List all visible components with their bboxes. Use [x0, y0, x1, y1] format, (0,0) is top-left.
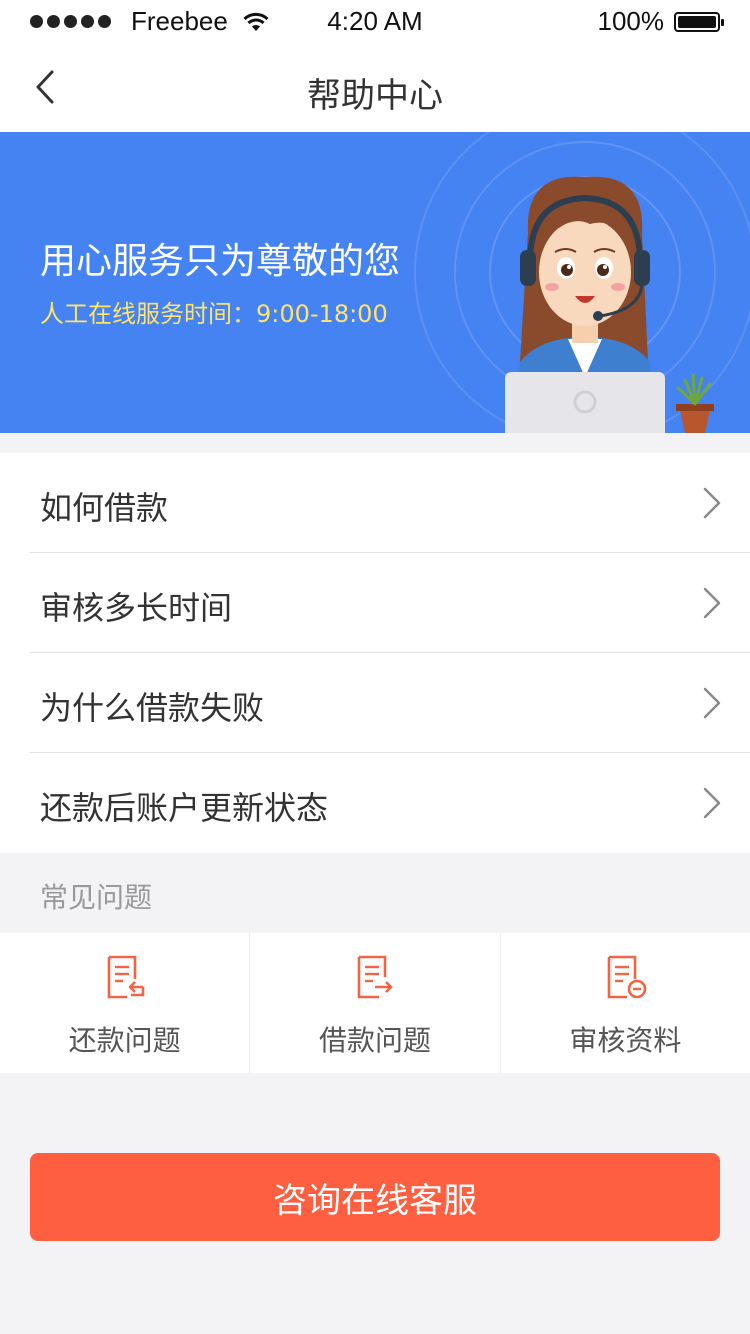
battery-percent: 100% — [597, 6, 665, 36]
category-label: 审核资料 — [569, 1024, 682, 1057]
page-title: 帮助中心 — [307, 76, 443, 116]
status-bar: Freebee 4:20 AM 100% — [0, 0, 750, 44]
banner-title: 用心服务只为尊敬的您 — [40, 241, 401, 282]
document-review-icon — [608, 955, 647, 999]
document-return-icon — [107, 955, 144, 999]
battery-icon — [674, 11, 724, 32]
menu-item-label: 如何借款 — [40, 489, 169, 527]
menu-item-label: 还款后账户更新状态 — [40, 789, 329, 827]
chevron-right-icon — [703, 687, 721, 719]
consult-online-service-button[interactable]: 咨询在线客服 — [30, 1153, 720, 1241]
menu-item-review-time[interactable]: 审核多长时间 — [0, 553, 750, 653]
menu-item-account-update[interactable]: 还款后账户更新状态 — [0, 753, 750, 853]
category-label: 借款问题 — [318, 1024, 431, 1057]
status-right: 100% — [597, 6, 724, 37]
chevron-right-icon — [703, 487, 721, 519]
help-menu-list: 如何借款 审核多长时间 为什么借款失败 还款后账户更新状态 — [0, 453, 750, 853]
service-banner: 用心服务只为尊敬的您 人工在线服务时间：9:00-18:00 — [0, 132, 750, 433]
chevron-right-icon — [703, 587, 721, 619]
category-borrowing[interactable]: 借款问题 — [249, 933, 499, 1073]
service-hours: 人工在线服务时间：9:00-18:00 — [40, 300, 388, 328]
menu-item-how-to-borrow[interactable]: 如何借款 — [0, 453, 750, 553]
chevron-right-icon — [703, 787, 721, 819]
faq-section-header: 常见问题 — [40, 881, 153, 914]
consult-button-label: 咨询在线客服 — [273, 1180, 477, 1221]
battery-fill — [678, 15, 716, 28]
faq-category-grid: 还款问题 借款问题 审核资料 — [0, 933, 750, 1073]
menu-item-label: 审核多长时间 — [40, 589, 233, 627]
category-repayment[interactable]: 还款问题 — [0, 933, 249, 1073]
customer-service-agent-illustration — [414, 132, 750, 433]
category-review-docs[interactable]: 审核资料 — [499, 933, 750, 1073]
category-label: 还款问题 — [68, 1024, 181, 1057]
document-forward-icon — [357, 955, 393, 999]
menu-item-why-loan-failed[interactable]: 为什么借款失败 — [0, 653, 750, 753]
nav-bar: 帮助中心 — [0, 44, 750, 132]
menu-item-label: 为什么借款失败 — [40, 689, 265, 727]
